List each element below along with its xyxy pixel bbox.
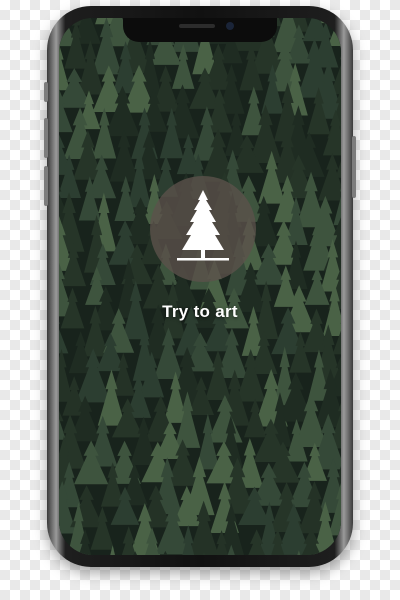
phone-frame: Try to art bbox=[44, 6, 356, 567]
earpiece-speaker bbox=[179, 24, 215, 28]
power-button bbox=[352, 136, 356, 198]
front-camera-icon bbox=[226, 22, 234, 30]
mute-switch bbox=[44, 82, 48, 102]
volume-down-button bbox=[44, 166, 48, 206]
pine-tree-icon bbox=[177, 190, 229, 261]
app-title: Try to art bbox=[162, 302, 238, 321]
phone-notch bbox=[123, 18, 277, 42]
forest-background-image bbox=[59, 18, 341, 555]
app-logo[interactable] bbox=[150, 176, 256, 282]
volume-up-button bbox=[44, 118, 48, 158]
app-screen: Try to art bbox=[59, 18, 341, 555]
